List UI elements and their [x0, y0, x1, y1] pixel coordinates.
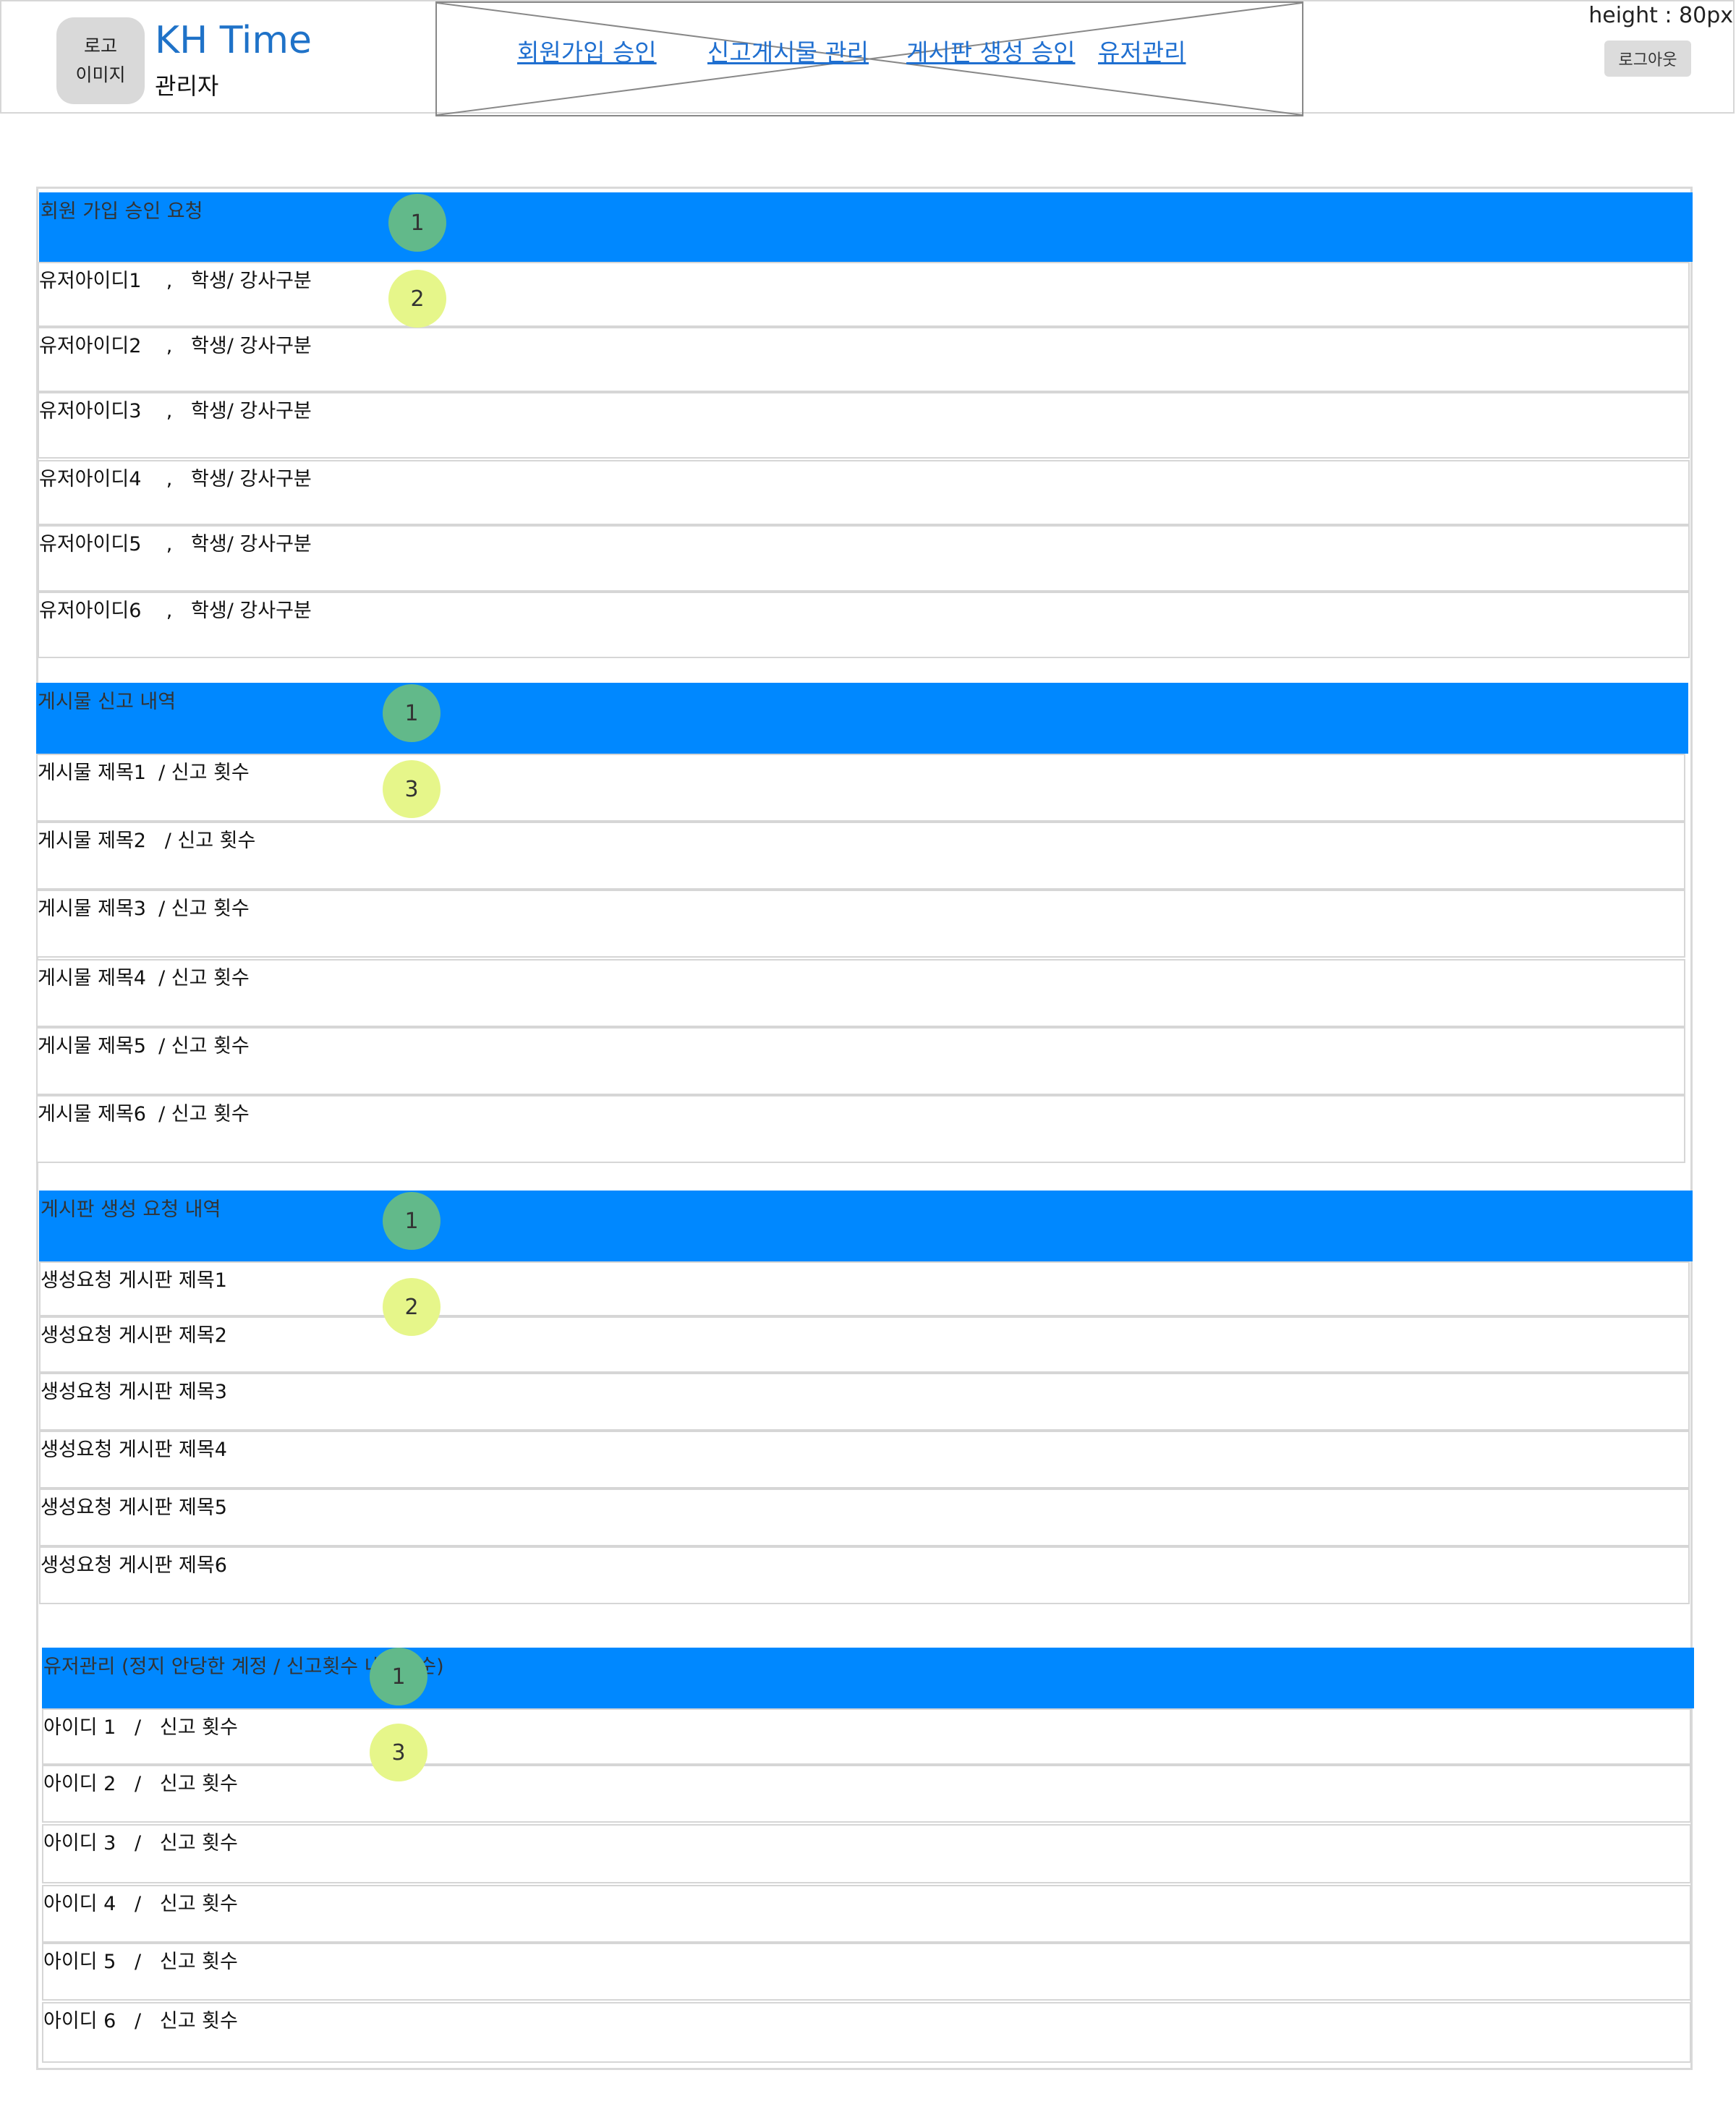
- reported-post-row[interactable]: 게시물 제목4 / 신고 횟수: [36, 959, 1685, 1027]
- header-bar: 로고 이미지 KH Time 관리자 회원가입 승인 신고게시물 관리 게시판 …: [0, 0, 1735, 116]
- signup-request-row[interactable]: 유저아이디3 , 학생/ 강사구분: [38, 392, 1690, 459]
- section-header-signup-requests: 회원 가입 승인 요청: [39, 192, 1693, 262]
- annotation-badge: 3: [370, 1724, 427, 1781]
- section-header-user-management: 유저관리 (정지 안당한 계정 / 신고횟수 내림차순): [42, 1648, 1694, 1708]
- annotation-badge: 1: [388, 194, 446, 252]
- signup-request-row[interactable]: 유저아이디2 , 학생/ 강사구분: [38, 327, 1690, 392]
- signup-request-row[interactable]: 유저아이디6 , 학생/ 강사구분: [38, 592, 1690, 658]
- board-request-row[interactable]: 생성요청 게시판 제목4: [39, 1431, 1690, 1489]
- user-row[interactable]: 아이디 5 / 신고 횟수: [42, 1943, 1691, 2001]
- reported-post-row[interactable]: 게시물 제목2 / 신고 횟수: [36, 822, 1685, 890]
- logo-image-placeholder[interactable]: 로고 이미지: [56, 17, 145, 104]
- height-annotation: height : 80px: [1588, 3, 1733, 28]
- site-subtitle: 관리자: [155, 72, 219, 100]
- board-request-row[interactable]: 생성요청 게시판 제목2: [39, 1316, 1690, 1373]
- logo-text-line2: 이미지: [75, 64, 126, 85]
- annotation-badge: 1: [383, 684, 441, 742]
- nav-link-signup-approval[interactable]: 회원가입 승인: [517, 33, 657, 68]
- logo-text-line1: 로고: [83, 35, 117, 56]
- nav-link-board-creation-approval[interactable]: 게시판 생성 승인: [906, 33, 1076, 68]
- site-title[interactable]: KH Time: [155, 19, 312, 62]
- nav-link-user-management[interactable]: 유저관리: [1098, 33, 1186, 68]
- logout-button[interactable]: 로그아웃: [1604, 41, 1691, 77]
- annotation-badge: 1: [383, 1192, 441, 1250]
- board-request-row[interactable]: 생성요청 게시판 제목6: [39, 1546, 1690, 1604]
- signup-request-row[interactable]: 유저아이디5 , 학생/ 강사구분: [38, 525, 1690, 592]
- annotation-badge: 1: [370, 1648, 427, 1705]
- signup-request-row[interactable]: 유저아이디1 , 학생/ 강사구분: [38, 262, 1690, 327]
- section-header-reported-posts: 게시물 신고 내역: [36, 683, 1688, 754]
- user-row[interactable]: 아이디 2 / 신고 횟수: [42, 1765, 1691, 1823]
- reported-post-row[interactable]: 게시물 제목1 / 신고 횟수: [36, 754, 1685, 822]
- user-row[interactable]: 아이디 3 / 신고 횟수: [42, 1824, 1691, 1883]
- reported-post-row[interactable]: 게시물 제목3 / 신고 횟수: [36, 890, 1685, 958]
- board-request-row[interactable]: 생성요청 게시판 제목3: [39, 1373, 1690, 1431]
- user-row[interactable]: 아이디 6 / 신고 횟수: [42, 2002, 1691, 2063]
- user-row[interactable]: 아이디 4 / 신고 횟수: [42, 1885, 1691, 1943]
- annotation-badge: 2: [388, 270, 446, 328]
- board-request-row[interactable]: 생성요청 게시판 제목5: [39, 1489, 1690, 1546]
- board-request-row[interactable]: 생성요청 게시판 제목1: [39, 1261, 1690, 1316]
- annotation-badge: 3: [383, 760, 441, 818]
- user-row[interactable]: 아이디 1 / 신고 횟수: [42, 1708, 1691, 1765]
- section-header-board-creation-requests: 게시판 생성 요청 내역: [39, 1191, 1693, 1261]
- nav-link-reported-posts[interactable]: 신고게시물 관리: [707, 33, 869, 68]
- reported-post-row[interactable]: 게시물 제목5 / 신고 횟수: [36, 1027, 1685, 1095]
- annotation-badge: 2: [383, 1278, 441, 1336]
- reported-post-row[interactable]: 게시물 제목6 / 신고 횟수: [36, 1095, 1685, 1163]
- signup-request-row[interactable]: 유저아이디4 , 학생/ 강사구분: [38, 460, 1690, 525]
